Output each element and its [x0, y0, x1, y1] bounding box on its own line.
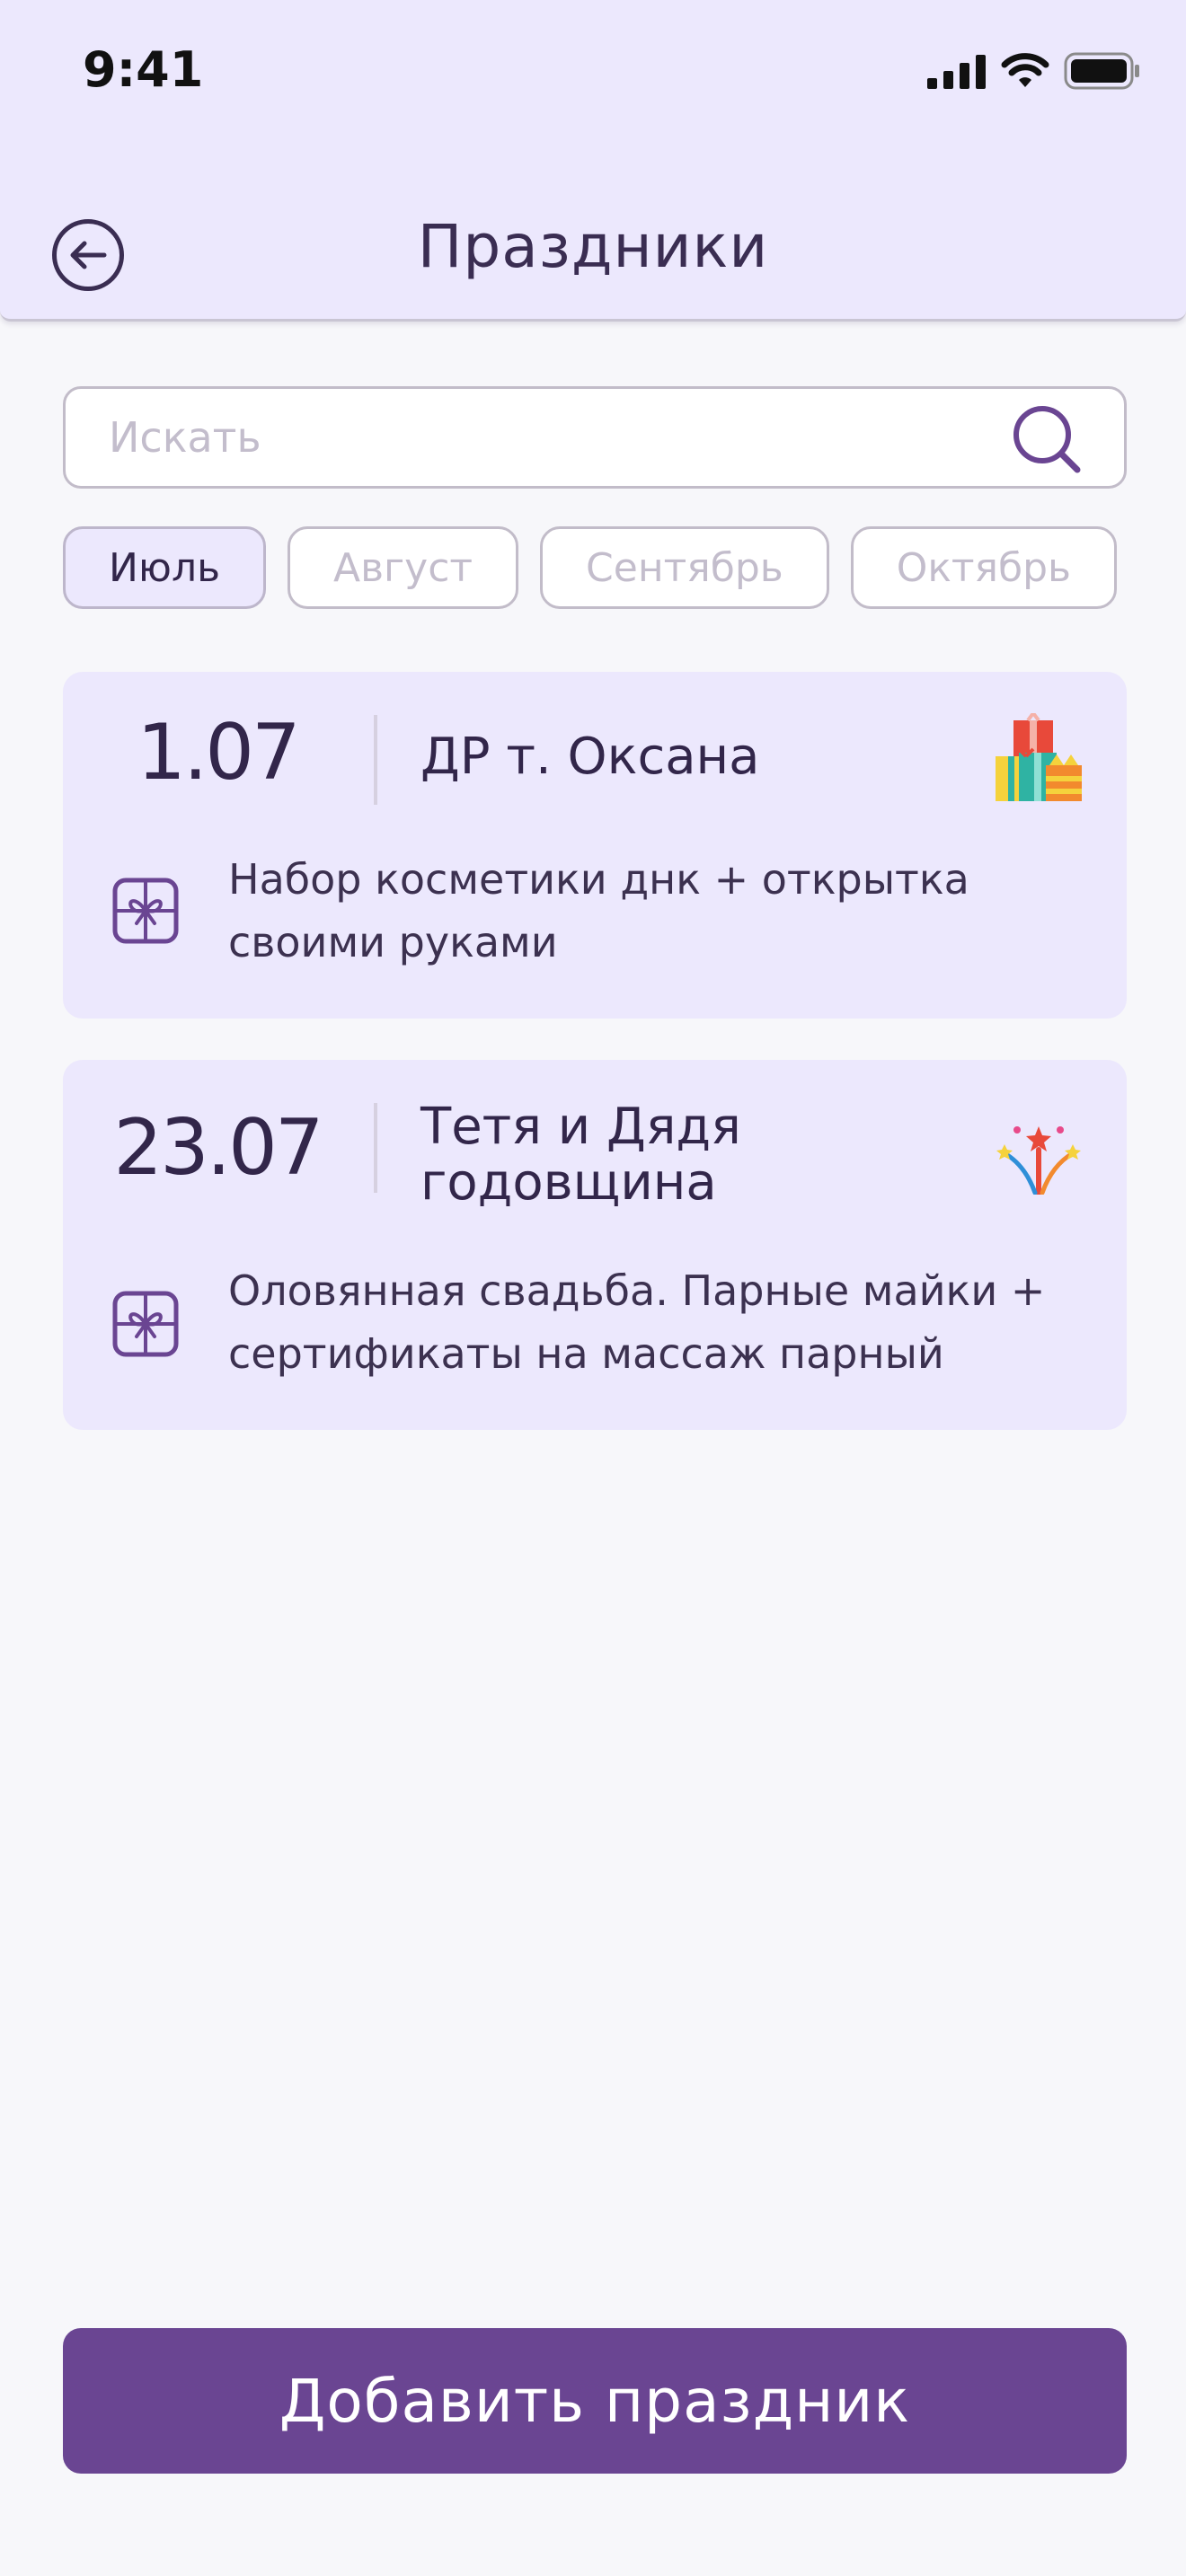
status-time: 9:41 — [83, 41, 204, 98]
status-icons — [927, 52, 1141, 90]
holiday-name: ДР т. Оксана — [420, 728, 760, 786]
signal-icon — [927, 55, 986, 89]
add-holiday-button[interactable]: Добавить праздник — [63, 2328, 1127, 2474]
fireworks-icon — [996, 1126, 1081, 1195]
month-chip-august[interactable]: Август — [288, 526, 519, 609]
page-title: Праздники — [417, 212, 769, 281]
month-chip-october[interactable]: Октябрь — [850, 526, 1117, 609]
holiday-card[interactable]: 1.07 ДР т. Оксана Набор косметики днк + … — [63, 672, 1127, 1019]
gift-description: Оловянная свадьба. Парные майки + сертиф… — [228, 1266, 1046, 1378]
month-filter: Июль Август Сентябрь Октябрь — [63, 526, 1128, 611]
card-divider — [374, 715, 377, 805]
gifts-icon — [996, 713, 1082, 801]
month-chip-july[interactable]: Июль — [63, 526, 267, 609]
gift-icon — [112, 878, 179, 944]
header: 9:41 Праздники — [0, 0, 1186, 322]
battery-icon — [1064, 52, 1139, 90]
holiday-date: 1.07 — [137, 708, 300, 798]
gift-description: Набор косметики днк + открытка своими ру… — [228, 855, 969, 966]
card-divider — [374, 1103, 377, 1193]
month-chip-september[interactable]: Сентябрь — [540, 526, 829, 609]
holiday-name: Тетя и Дядя годовщина — [420, 1098, 741, 1212]
wifi-icon — [1001, 53, 1049, 87]
holiday-card[interactable]: 23.07 Тетя и Дядя годовщина Оловянная св… — [63, 1060, 1127, 1430]
search-input[interactable] — [109, 389, 1007, 486]
holidays-screen: 9:41 Праздники Искать Июль Август Сентяб… — [0, 0, 1186, 2576]
gift-icon — [112, 1291, 179, 1357]
holiday-date: 23.07 — [113, 1103, 323, 1193]
search-box — [63, 386, 1127, 489]
search-icon[interactable] — [1011, 403, 1083, 475]
